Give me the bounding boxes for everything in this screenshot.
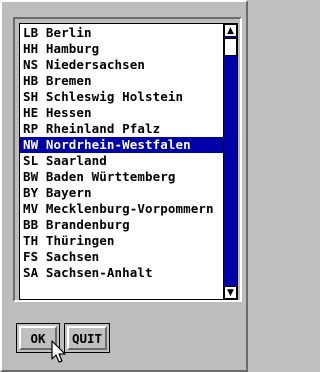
list-item[interactable]: SH Schleswig Holstein xyxy=(20,89,224,105)
list-item[interactable]: NS Niedersachsen xyxy=(20,57,224,73)
list-item[interactable]: MV Mecklenburg-Vorpommern xyxy=(20,201,224,217)
list-item-name: Schleswig Holstein xyxy=(45,89,184,104)
list-item[interactable]: BB Brandenburg xyxy=(20,217,224,233)
list-item-name: Thüringen xyxy=(45,233,115,248)
list-item-code: SH xyxy=(23,89,39,104)
mouse-pointer-icon xyxy=(51,340,66,363)
ok-button-label: OK xyxy=(30,330,46,346)
quit-button[interactable]: QUIT xyxy=(64,323,110,353)
list-item-name: Bayern xyxy=(45,185,92,200)
list-item-code: TH xyxy=(23,233,39,248)
list-item[interactable]: NW Nordrhein-Westfalen xyxy=(20,137,224,153)
scroll-thumb[interactable] xyxy=(224,38,237,56)
list-item-code: NS xyxy=(23,57,39,72)
list-item-name: Sachsen xyxy=(45,249,100,264)
list-item[interactable]: BW Baden Württemberg xyxy=(20,169,224,185)
list-item[interactable]: HE Hessen xyxy=(20,105,224,121)
list-item[interactable]: HH Hamburg xyxy=(20,41,224,57)
list-item-code: NW xyxy=(23,137,39,152)
state-list: LB Berlin HH Hamburg NS Niedersachsen HB Br… xyxy=(20,25,224,281)
list-item-name: Hamburg xyxy=(45,41,100,56)
list-item[interactable]: FS Sachsen xyxy=(20,249,224,265)
list-item-code: LB xyxy=(23,25,39,40)
list-item-name: Bremen xyxy=(45,73,92,88)
list-item-name: Brandenburg xyxy=(45,217,130,232)
list-item[interactable]: HB Bremen xyxy=(20,73,224,89)
vertical-scrollbar[interactable]: ▲ ▼ xyxy=(223,24,237,299)
list-item-name: Sachsen-Anhalt xyxy=(45,265,153,280)
list-item[interactable]: RP Rheinland Pfalz xyxy=(20,121,224,137)
list-item-code: SA xyxy=(23,265,39,280)
list-item-code: BY xyxy=(23,185,39,200)
list-item-code: HE xyxy=(23,105,39,120)
list-item-name: Mecklenburg-Vorpommern xyxy=(45,201,214,216)
list-item-name: Baden Württemberg xyxy=(45,169,176,184)
list-item-code: MV xyxy=(23,201,39,216)
list-item[interactable]: SL Saarland xyxy=(20,153,224,169)
list-item-code: BB xyxy=(23,217,39,232)
arrow-down-icon[interactable]: ▼ xyxy=(224,286,237,299)
state-listbox[interactable]: LB Berlin HH Hamburg NS Niedersachsen HB Br… xyxy=(19,23,238,300)
list-item-code: FS xyxy=(23,249,39,264)
list-item[interactable]: TH Thüringen xyxy=(20,233,224,249)
state-selection-dialog: LB Berlin HH Hamburg NS Niedersachsen HB Br… xyxy=(0,0,248,372)
list-item-name: Niedersachsen xyxy=(45,57,146,72)
list-item-code: RP xyxy=(23,121,39,136)
quit-button-label: QUIT xyxy=(71,330,103,346)
list-item[interactable]: LB Berlin xyxy=(20,25,224,41)
list-item-name: Saarland xyxy=(45,153,107,168)
list-item-code: HH xyxy=(23,41,39,56)
list-item[interactable]: SA Sachsen-Anhalt xyxy=(20,265,224,281)
list-item-code: SL xyxy=(23,153,39,168)
list-item-name: Hessen xyxy=(45,105,92,120)
arrow-up-icon[interactable]: ▲ xyxy=(224,24,237,37)
list-item[interactable]: BY Bayern xyxy=(20,185,224,201)
list-item-code: HB xyxy=(23,73,39,88)
list-item-name: Nordrhein-Westfalen xyxy=(45,137,191,152)
list-item-code: BW xyxy=(23,169,39,184)
list-item-name: Rheinland Pfalz xyxy=(45,121,161,136)
list-item-name: Berlin xyxy=(45,25,92,40)
